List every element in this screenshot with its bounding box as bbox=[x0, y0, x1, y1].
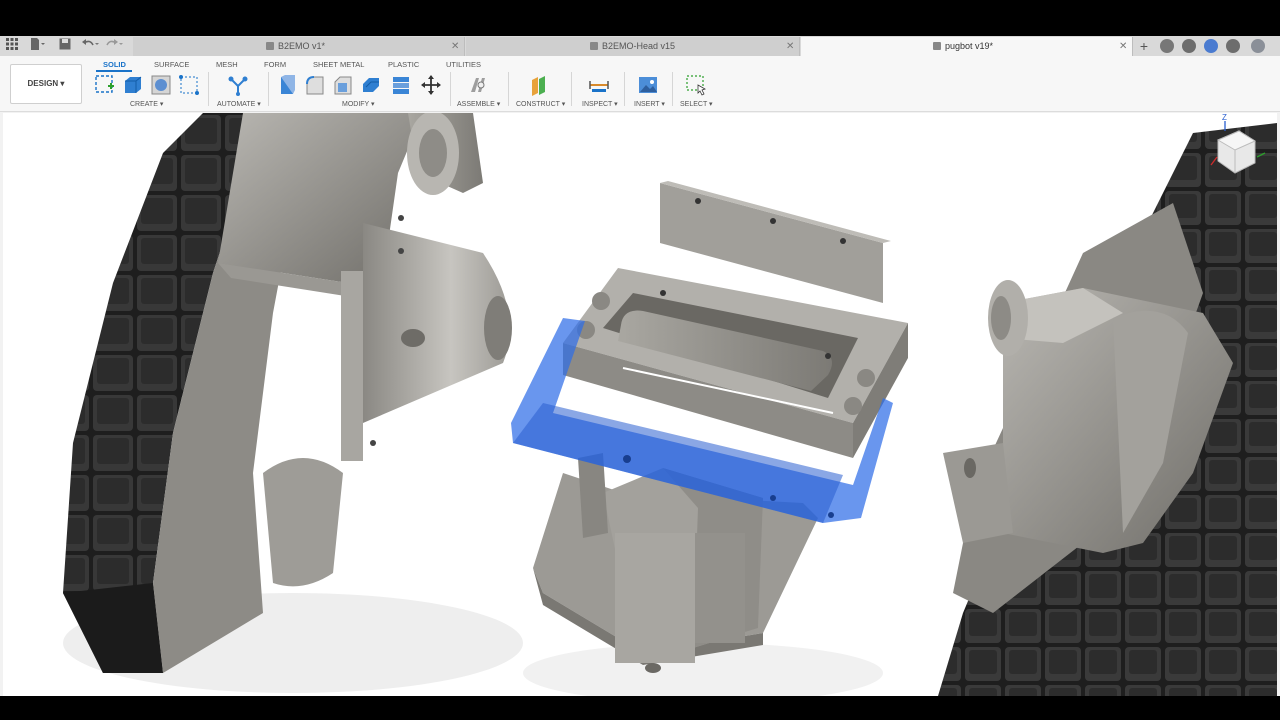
create-menu[interactable]: CREATE ▾ bbox=[130, 100, 163, 108]
divider bbox=[208, 72, 209, 106]
component-icon bbox=[590, 42, 598, 50]
shell-icon[interactable] bbox=[360, 74, 382, 96]
tab-b2emo-head[interactable]: B2EMO-Head v15 ✕ bbox=[466, 37, 800, 56]
tab-surface[interactable]: SURFACE bbox=[154, 60, 189, 69]
tab-mesh[interactable]: MESH bbox=[216, 60, 238, 69]
fillet-icon[interactable] bbox=[304, 74, 326, 96]
sketch-dimension-icon[interactable] bbox=[178, 74, 200, 96]
divider bbox=[450, 72, 451, 106]
press-pull-icon[interactable] bbox=[276, 74, 298, 96]
move-icon[interactable] bbox=[420, 74, 442, 96]
tab-solid[interactable]: SOLID bbox=[103, 60, 126, 69]
help-icon[interactable] bbox=[1226, 39, 1240, 53]
offset-plane-icon[interactable] bbox=[529, 74, 551, 96]
file-menu-icon[interactable] bbox=[28, 38, 48, 54]
notifications-icon[interactable] bbox=[1204, 39, 1218, 53]
create-sketch-icon[interactable] bbox=[94, 74, 116, 96]
joint-icon[interactable] bbox=[467, 74, 489, 96]
job-status-icon[interactable] bbox=[1182, 39, 1196, 53]
tab-plastic[interactable]: PLASTIC bbox=[388, 60, 419, 69]
divider bbox=[624, 72, 625, 106]
divider bbox=[508, 72, 509, 106]
combine-icon[interactable] bbox=[390, 74, 412, 96]
construct-menu[interactable]: CONSTRUCT ▾ bbox=[516, 100, 565, 108]
tab-b2emo-head-label: B2EMO-Head v15 bbox=[602, 41, 676, 51]
undo-icon[interactable] bbox=[80, 38, 100, 54]
assemble-menu[interactable]: ASSEMBLE ▾ bbox=[457, 100, 500, 108]
avatar[interactable] bbox=[1251, 39, 1265, 53]
modify-menu[interactable]: MODIFY ▾ bbox=[342, 100, 375, 108]
extrude-icon[interactable] bbox=[122, 74, 144, 96]
close-icon[interactable]: ✕ bbox=[1119, 37, 1127, 56]
tab-sheet-metal[interactable]: SHEET METAL bbox=[313, 60, 364, 69]
redo-icon[interactable] bbox=[104, 38, 124, 54]
save-icon[interactable] bbox=[58, 38, 72, 54]
viewcube-z-label: Z bbox=[1222, 113, 1227, 122]
divider bbox=[571, 72, 572, 106]
left-cone-hub[interactable] bbox=[363, 215, 512, 446]
tab-b2emo[interactable]: B2EMO v1* ✕ bbox=[133, 37, 465, 56]
workspace-switcher[interactable]: DESIGN ▾ bbox=[10, 64, 82, 104]
extensions-icon[interactable] bbox=[1160, 39, 1174, 53]
close-icon[interactable]: ✕ bbox=[451, 37, 459, 56]
component-icon bbox=[933, 42, 941, 50]
measure-icon[interactable] bbox=[588, 74, 610, 96]
automate-menu[interactable]: AUTOMATE ▾ bbox=[217, 100, 261, 108]
tab-utilities[interactable]: UTILITIES bbox=[446, 60, 481, 69]
inspect-menu[interactable]: INSPECT ▾ bbox=[582, 100, 618, 108]
divider bbox=[268, 72, 269, 106]
component-icon bbox=[266, 42, 274, 50]
fusion-app-window: B2EMO v1* ✕ B2EMO-Head v15 ✕ pugbot v19*… bbox=[0, 36, 1280, 696]
3d-canvas-viewport[interactable]: Z bbox=[3, 113, 1277, 696]
tab-b2emo-label: B2EMO v1* bbox=[278, 41, 326, 51]
model-render: Z bbox=[63, 113, 1277, 696]
document-tab-strip: B2EMO v1* ✕ B2EMO-Head v15 ✕ pugbot v19*… bbox=[0, 36, 1280, 56]
tab-pugbot[interactable]: pugbot v19* ✕ bbox=[801, 37, 1133, 56]
automate-icon[interactable] bbox=[227, 74, 249, 96]
chamfer-icon[interactable] bbox=[332, 74, 354, 96]
active-tab-indicator bbox=[96, 70, 132, 72]
select-icon[interactable] bbox=[685, 74, 707, 96]
toolbar-ribbon: DESIGN ▾ SOLID SURFACE MESH FORM SHEET M… bbox=[0, 56, 1280, 112]
tab-pugbot-label: pugbot v19* bbox=[945, 41, 994, 51]
close-icon[interactable]: ✕ bbox=[786, 37, 794, 56]
insert-image-icon[interactable] bbox=[637, 74, 659, 96]
workspace-label: DESIGN bbox=[27, 79, 59, 88]
tab-form[interactable]: FORM bbox=[264, 60, 286, 69]
revolve-icon[interactable] bbox=[150, 74, 172, 96]
divider bbox=[672, 72, 673, 106]
new-tab-icon[interactable]: + bbox=[1137, 38, 1151, 54]
app-grid-icon[interactable] bbox=[4, 38, 20, 54]
insert-menu[interactable]: INSERT ▾ bbox=[634, 100, 665, 108]
select-menu[interactable]: SELECT ▾ bbox=[680, 100, 713, 108]
